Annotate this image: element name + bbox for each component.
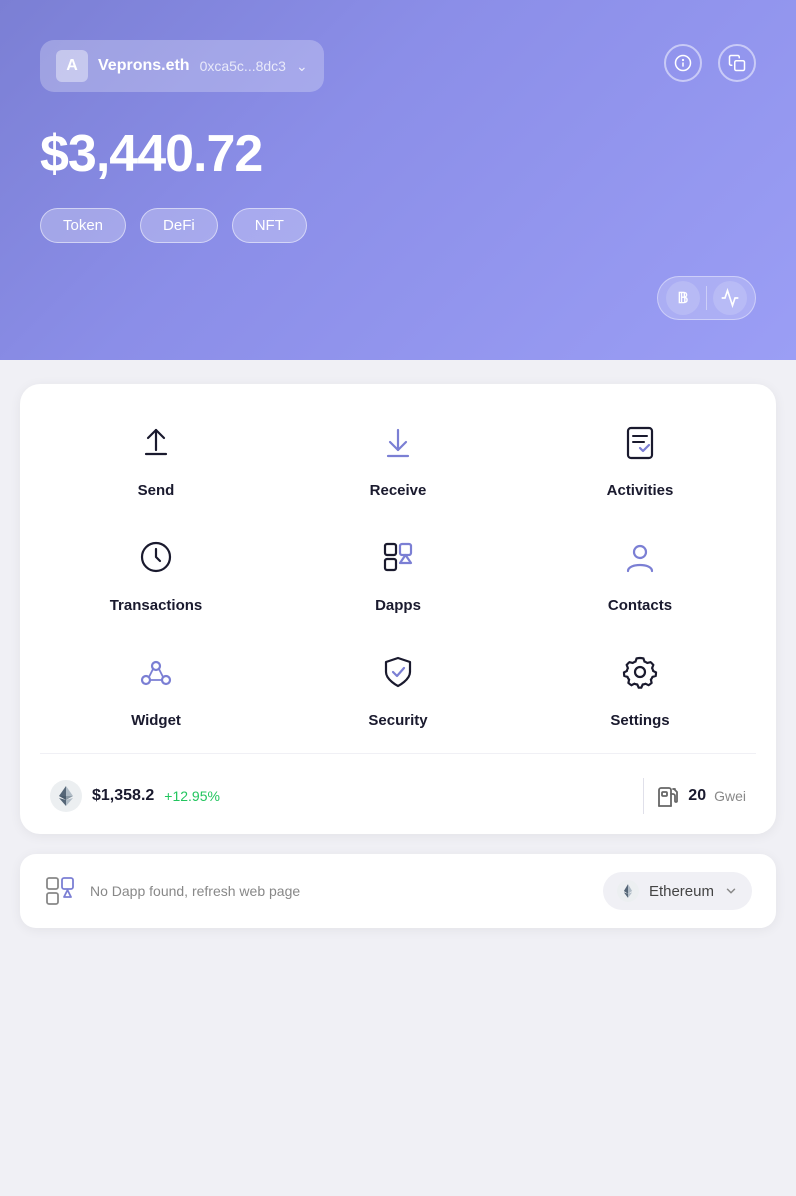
contacts-label: Contacts xyxy=(608,597,672,614)
widget-button[interactable]: Widget xyxy=(40,644,272,729)
activities-button[interactable]: Activities xyxy=(524,414,756,499)
tab-nft[interactable]: NFT xyxy=(232,208,307,243)
gas-section: 20 Gwei xyxy=(656,784,746,808)
transactions-icon xyxy=(128,529,184,585)
header-actions xyxy=(664,44,756,82)
balance-display: $3,440.72 xyxy=(40,124,756,184)
receive-label: Receive xyxy=(370,482,427,499)
send-label: Send xyxy=(138,482,175,499)
dapps-icon xyxy=(370,529,426,585)
settings-label: Settings xyxy=(610,712,669,729)
security-button[interactable]: Security xyxy=(282,644,514,729)
dapp-grid-icon xyxy=(44,875,76,907)
activities-icon xyxy=(612,414,668,470)
eth-price-section: $1,358.2 +12.95% xyxy=(50,780,631,812)
filter-tabs: Token DeFi NFT 𝔹 xyxy=(40,208,756,243)
action-grid: Send Receive xyxy=(30,414,766,729)
receive-icon xyxy=(370,414,426,470)
send-icon xyxy=(128,414,184,470)
chevron-down-icon: ⌄ xyxy=(296,58,308,75)
gas-unit: Gwei xyxy=(714,788,746,804)
gas-value: 20 xyxy=(688,787,706,805)
settings-icon xyxy=(612,644,668,700)
partner-b-icon[interactable]: 𝔹 xyxy=(666,281,700,315)
dapp-bar: No Dapp found, refresh web page Ethereum xyxy=(20,854,776,928)
dapp-message: No Dapp found, refresh web page xyxy=(90,883,300,899)
contacts-button[interactable]: Contacts xyxy=(524,529,756,614)
gas-icon xyxy=(656,784,680,808)
transactions-label: Transactions xyxy=(110,597,203,614)
eth-logo-icon xyxy=(50,780,82,812)
widget-icon xyxy=(128,644,184,700)
action-card: Send Receive xyxy=(20,384,776,834)
action-divider xyxy=(40,753,756,754)
transactions-button[interactable]: Transactions xyxy=(40,529,272,614)
network-name: Ethereum xyxy=(649,883,714,900)
security-icon xyxy=(370,644,426,700)
settings-button[interactable]: Settings xyxy=(524,644,756,729)
security-label: Security xyxy=(368,712,427,729)
widget-label: Widget xyxy=(131,712,181,729)
chevron-down-icon xyxy=(724,884,738,898)
info-divider xyxy=(643,778,644,814)
eth-price-value: $1,358.2 xyxy=(92,787,154,805)
tab-token[interactable]: Token xyxy=(40,208,126,243)
eth-change-value: +12.95% xyxy=(164,788,220,804)
ethereum-logo-icon xyxy=(617,880,639,902)
copy-button[interactable] xyxy=(718,44,756,82)
info-bar: $1,358.2 +12.95% 20 Gwei xyxy=(30,778,766,814)
send-button[interactable]: Send xyxy=(40,414,272,499)
info-button[interactable] xyxy=(664,44,702,82)
address-bar[interactable]: A Veprons.eth 0xca5c...8dc3 ⌄ xyxy=(40,40,324,92)
contacts-icon xyxy=(612,529,668,585)
dapps-button[interactable]: Dapps xyxy=(282,529,514,614)
avatar: A xyxy=(56,50,88,82)
partner-chart-icon[interactable] xyxy=(713,281,747,315)
network-selector[interactable]: Ethereum xyxy=(603,872,752,910)
dapp-left: No Dapp found, refresh web page xyxy=(44,875,300,907)
main-content: Send Receive xyxy=(0,360,796,952)
wallet-address: 0xca5c...8dc3 xyxy=(200,58,286,74)
wallet-name: Veprons.eth xyxy=(98,57,190,75)
receive-button[interactable]: Receive xyxy=(282,414,514,499)
partner-icons: 𝔹 xyxy=(657,276,756,320)
activities-label: Activities xyxy=(607,482,674,499)
header-section: A Veprons.eth 0xca5c...8dc3 ⌄ $3,4 xyxy=(0,0,796,360)
tab-defi[interactable]: DeFi xyxy=(140,208,218,243)
dapps-label: Dapps xyxy=(375,597,421,614)
